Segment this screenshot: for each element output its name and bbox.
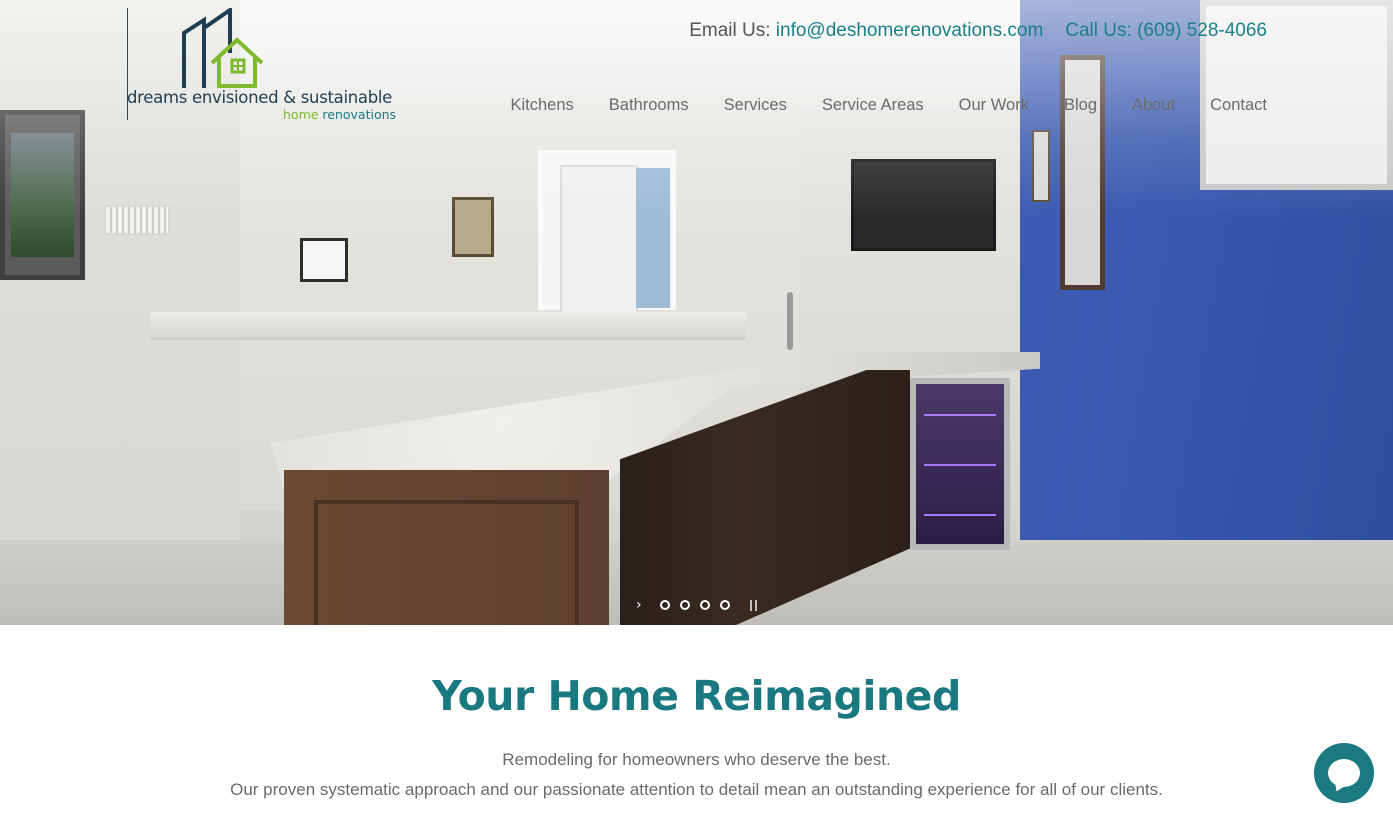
logo-tagline-home: home xyxy=(283,107,319,122)
page-headline: Your Home Reimagined xyxy=(432,672,961,720)
contact-bar: Email Us: info@deshomerenovations.com Cal… xyxy=(689,20,1267,42)
logo-tagline: home renovations xyxy=(283,107,396,122)
nav-about[interactable]: About xyxy=(1132,96,1175,115)
main-nav: Kitchens Bathrooms Services Service Area… xyxy=(511,96,1268,115)
logo-tagline-renovations: renovations xyxy=(318,107,397,122)
phone-link[interactable]: (609) 528-4066 xyxy=(1137,20,1267,41)
slider-dot-3[interactable] xyxy=(700,600,710,610)
nav-blog[interactable]: Blog xyxy=(1064,96,1097,115)
pause-icon[interactable] xyxy=(750,599,757,611)
site-logo[interactable]: dreams envisioned & sustainable home ren… xyxy=(127,8,397,122)
nav-kitchens[interactable]: Kitchens xyxy=(511,96,574,115)
nav-bathrooms[interactable]: Bathrooms xyxy=(609,96,689,115)
chevron-right-icon[interactable]: › xyxy=(636,598,648,612)
nav-service-areas[interactable]: Service Areas xyxy=(822,96,924,115)
nav-our-work[interactable]: Our Work xyxy=(959,96,1029,115)
email-link[interactable]: info@deshomerenovations.com xyxy=(776,20,1043,41)
nav-services[interactable]: Services xyxy=(724,96,787,115)
email-label: Email Us: xyxy=(689,20,776,41)
phone-label: Call Us: xyxy=(1065,20,1138,41)
nav-contact[interactable]: Contact xyxy=(1210,96,1267,115)
slider-dot-4[interactable] xyxy=(720,600,730,610)
house-buildings-logo-icon xyxy=(182,8,264,88)
logo-wordmark: dreams envisioned & sustainable xyxy=(127,88,393,107)
chat-button[interactable] xyxy=(1314,743,1374,803)
slider-controls: › xyxy=(636,596,757,614)
slider-dot-1[interactable] xyxy=(660,600,670,610)
slider-dot-2[interactable] xyxy=(680,600,690,610)
intro-line-2: Our proven systematic approach and our p… xyxy=(230,780,1163,799)
intro-line-1: Remodeling for homeowners who deserve th… xyxy=(502,750,891,769)
chat-bubble-icon xyxy=(1328,759,1360,787)
